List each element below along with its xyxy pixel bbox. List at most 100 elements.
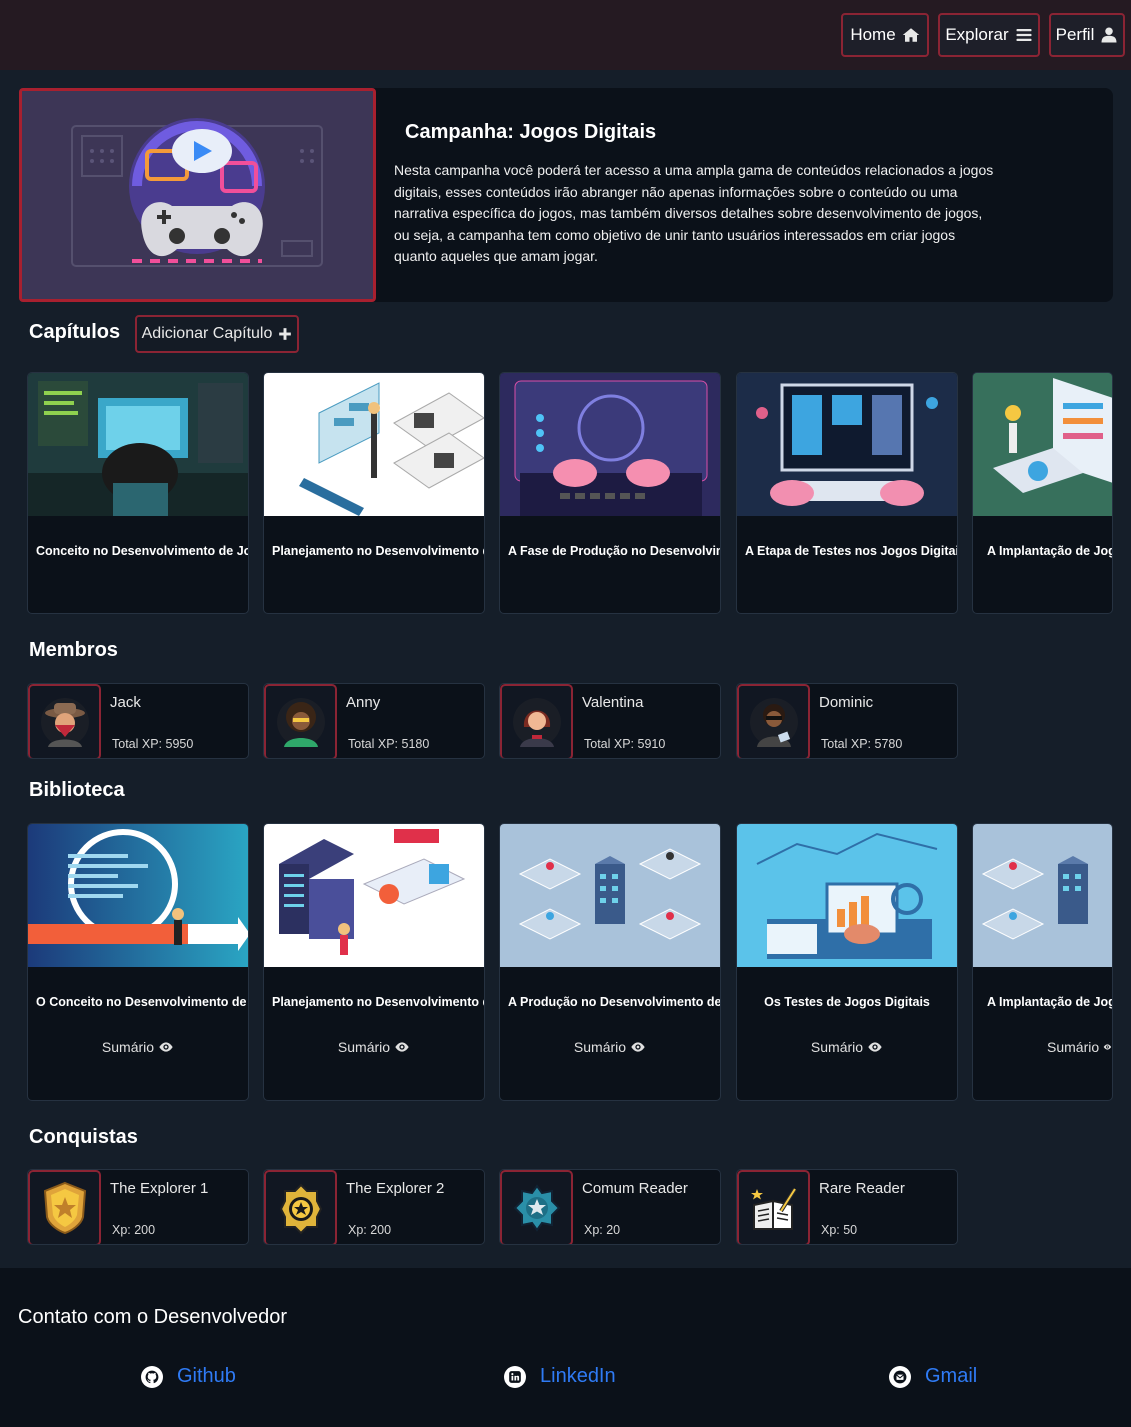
avatar [500,684,573,758]
member-tile[interactable]: Jack Total XP: 5950 [27,683,249,759]
achievement-name: Comum Reader [582,1180,688,1197]
navbar: Home Explorar Perfil [0,0,1131,70]
nav-profile-button[interactable]: Perfil [1049,13,1125,57]
achievement-xp: Xp: 50 [821,1223,858,1237]
summary-button[interactable]: Sumário [264,1039,484,1055]
avatar [28,684,101,758]
github-link[interactable]: Github [141,1365,236,1388]
member-name: Valentina [582,694,644,711]
police-badge-icon [279,1183,322,1235]
summary-button[interactable]: Sumário [500,1039,720,1055]
chapter-card[interactable]: Conceito no Desenvolvimento de Jogos Dig… [27,372,249,614]
campaign-description: Nesta campanha você poderá ter acesso a … [394,162,994,265]
members-heading: Membros [29,639,118,661]
eye-icon [868,1042,882,1052]
library-card[interactable]: O Conceito no Desenvolvimento de Jogos D… [27,823,249,1101]
achievement-badge [264,1170,337,1244]
member-name: Anny [346,694,381,711]
achievement-name: Rare Reader [819,1180,905,1197]
summary-label: Sumário [337,1039,391,1055]
eye-icon [1103,1044,1112,1050]
github-label: Github [177,1365,236,1387]
member-name: Jack [110,694,141,711]
nav-explore-button[interactable]: Explorar [938,13,1040,57]
linkedin-icon [504,1365,526,1388]
achievement-tile[interactable]: Comum Reader Xp: 20 [499,1169,721,1245]
library-image [500,824,720,967]
summary-label: Sumário [101,1039,155,1055]
summary-button[interactable]: Sumário [973,1039,1112,1055]
summary-label: Sumário [573,1039,627,1055]
footer: Contato com o Desenvolvedor Github Linke… [0,1268,1131,1427]
library-title: Os Testes de Jogos Digitais [764,995,930,1009]
add-chapter-label: Adicionar Capítulo [141,325,273,342]
nav-home-button[interactable]: Home [841,13,929,57]
chapter-title: A Etapa de Testes nos Jogos Digitais [745,544,957,558]
chapter-title: A Fase de Produção no Desenvolvimento de… [508,544,720,558]
chapter-image [973,373,1112,516]
achievement-tile[interactable]: Rare Reader Xp: 50 [736,1169,958,1245]
member-tile[interactable]: Valentina Total XP: 5910 [499,683,721,759]
library-card[interactable]: A Produção no Desenvolvimento de Jogos S… [499,823,721,1101]
achievement-name: The Explorer 2 [346,1180,445,1197]
chapter-card[interactable]: Planejamento no Desenvolvimento de Jogos [263,372,485,614]
nav-explore-label: Explorar [945,25,1009,44]
user-icon [1101,27,1117,43]
library-title: A Implantação de Jogos Digitais [987,995,1112,1009]
member-xp: Total XP: 5780 [821,737,903,751]
gmail-label: Gmail [925,1365,978,1387]
chapter-title: Conceito no Desenvolvimento de Jogos Dig… [36,544,248,558]
campaign-title: Campanha: Jogos Digitais [405,121,657,143]
plus-icon [279,328,292,340]
eye-icon [631,1042,645,1052]
avatar [264,684,337,758]
chapter-title: A Implantação de Jogos Digitais [987,544,1112,558]
linkedin-label: LinkedIn [540,1365,616,1387]
nav-home-label: Home [850,25,896,44]
eye-icon [395,1042,409,1052]
library-image [737,824,957,967]
library-card[interactable]: A Implantação de Jogos Digitais Sumário [972,823,1113,1101]
achievements-heading: Conquistas [29,1126,138,1148]
chapter-image [28,373,248,516]
library-image [28,824,248,967]
member-tile[interactable]: Anny Total XP: 5180 [263,683,485,759]
summary-label: Sumário [810,1039,864,1055]
library-title: O Conceito no Desenvolvimento de Jogos D… [36,995,248,1009]
member-tile[interactable]: Dominic Total XP: 5780 [736,683,958,759]
chapter-card[interactable]: A Etapa de Testes nos Jogos Digitais [736,372,958,614]
library-heading: Biblioteca [29,779,125,801]
library-title: A Produção no Desenvolvimento de Jogos [508,995,720,1009]
achievement-xp: Xp: 200 [112,1223,156,1237]
add-chapter-button[interactable]: Adicionar Capítulo [135,315,299,353]
library-title: Planejamento no Desenvolvimento de Jogos [272,995,484,1009]
campaign-cover-image [19,88,376,302]
summary-button[interactable]: Sumário [737,1039,957,1055]
gmail-icon [889,1365,911,1388]
home-icon [902,28,919,42]
chapter-card[interactable]: A Implantação de Jogos Digitais [972,372,1113,614]
campaign-hero: Campanha: Jogos Digitais Nesta campanha … [19,88,1113,302]
chapters-heading: Capítulos [29,321,121,343]
nav-profile-label: Perfil [1055,25,1095,44]
footer-title: Contato com o Desenvolvedor [18,1306,288,1328]
avatar [737,684,810,758]
member-xp: Total XP: 5950 [112,737,194,751]
member-xp: Total XP: 5910 [584,737,666,751]
gmail-link[interactable]: Gmail [889,1365,977,1388]
achievement-tile[interactable]: The Explorer 2 Xp: 200 [263,1169,485,1245]
achievement-xp: Xp: 200 [348,1223,392,1237]
achievement-tile[interactable]: The Explorer 1 Xp: 200 [27,1169,249,1245]
library-image [973,824,1112,967]
eye-icon [159,1042,173,1052]
chapter-image [264,373,484,516]
achievement-badge [500,1170,573,1244]
member-name: Dominic [819,694,874,711]
chapter-image [737,373,957,516]
summary-button[interactable]: Sumário [28,1039,248,1055]
chapter-card[interactable]: A Fase de Produção no Desenvolvimento de… [499,372,721,614]
library-card[interactable]: Os Testes de Jogos Digitais Sumário [736,823,958,1101]
gold-badge-icon [43,1181,86,1235]
library-card[interactable]: Planejamento no Desenvolvimento de Jogos… [263,823,485,1101]
linkedin-link[interactable]: LinkedIn [504,1365,616,1388]
